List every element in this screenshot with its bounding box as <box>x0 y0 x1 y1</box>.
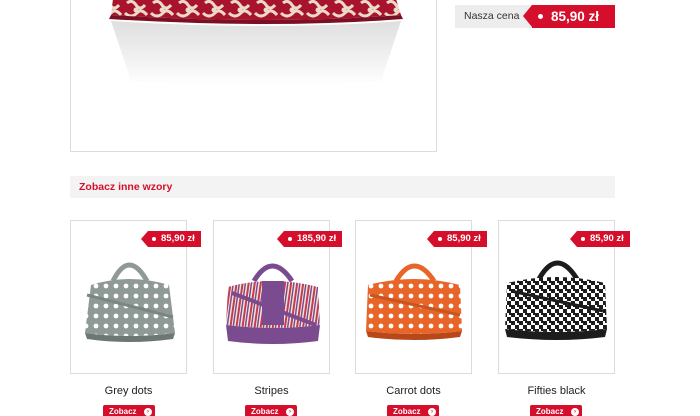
view-button[interactable]: Zobacz › <box>103 405 155 416</box>
product-name: Stripes <box>254 385 289 397</box>
other-patterns-bar: Zobacz inne wzory <box>70 176 615 198</box>
view-button[interactable]: Zobacz › <box>245 405 297 416</box>
view-button[interactable]: Zobacz › <box>387 405 439 416</box>
price-badge: 185,90 zł <box>276 231 343 247</box>
tag-hole-icon <box>288 237 292 241</box>
section-title: Zobacz inne wzory <box>79 181 173 193</box>
view-button-label: Zobacz <box>251 407 279 416</box>
product-page: Nasza cena 85,90 zł Zobacz inne wzory 85… <box>0 0 700 416</box>
badge-price: 85,90 zł <box>590 233 624 244</box>
product-card[interactable]: 85,90 zł <box>498 220 630 374</box>
main-product-image <box>70 0 437 152</box>
arrow-right-icon: › <box>571 408 579 416</box>
price-badge: 85,90 zł <box>141 231 201 247</box>
price-label: Nasza cena <box>464 10 520 22</box>
view-button-label: Zobacz <box>393 407 421 416</box>
arrow-right-icon: › <box>428 408 436 416</box>
tag-hole-icon <box>581 237 585 241</box>
badge-price: 85,90 zł <box>447 233 481 244</box>
price-badge: 85,90 zł <box>427 231 487 247</box>
price-box: Nasza cena 85,90 zł <box>455 5 615 28</box>
badge-price: 85,90 zł <box>161 233 195 244</box>
arrow-right-icon: › <box>286 408 294 416</box>
price-tag: 85,90 zł <box>523 5 615 28</box>
product-name: Carrot dots <box>386 385 441 397</box>
view-button-label: Zobacz <box>536 407 564 416</box>
product-name: Grey dots <box>104 385 153 397</box>
tag-hole-icon <box>538 14 543 19</box>
badge-price: 185,90 zł <box>297 233 337 244</box>
tag-hole-icon <box>152 237 156 241</box>
view-button[interactable]: Zobacz › <box>530 405 582 416</box>
view-button-label: Zobacz <box>109 407 137 416</box>
product-card[interactable]: 185,90 zł <box>213 220 343 374</box>
product-card[interactable]: 85,90 zł <box>355 220 487 374</box>
tag-hole-icon <box>438 237 442 241</box>
price-badge: 85,90 zł <box>570 231 630 247</box>
price-value: 85,90 zł <box>551 9 600 24</box>
arrow-right-icon: › <box>144 408 152 416</box>
product-card[interactable]: 85,90 zł <box>70 220 201 374</box>
product-name: Fifties black <box>527 385 586 397</box>
